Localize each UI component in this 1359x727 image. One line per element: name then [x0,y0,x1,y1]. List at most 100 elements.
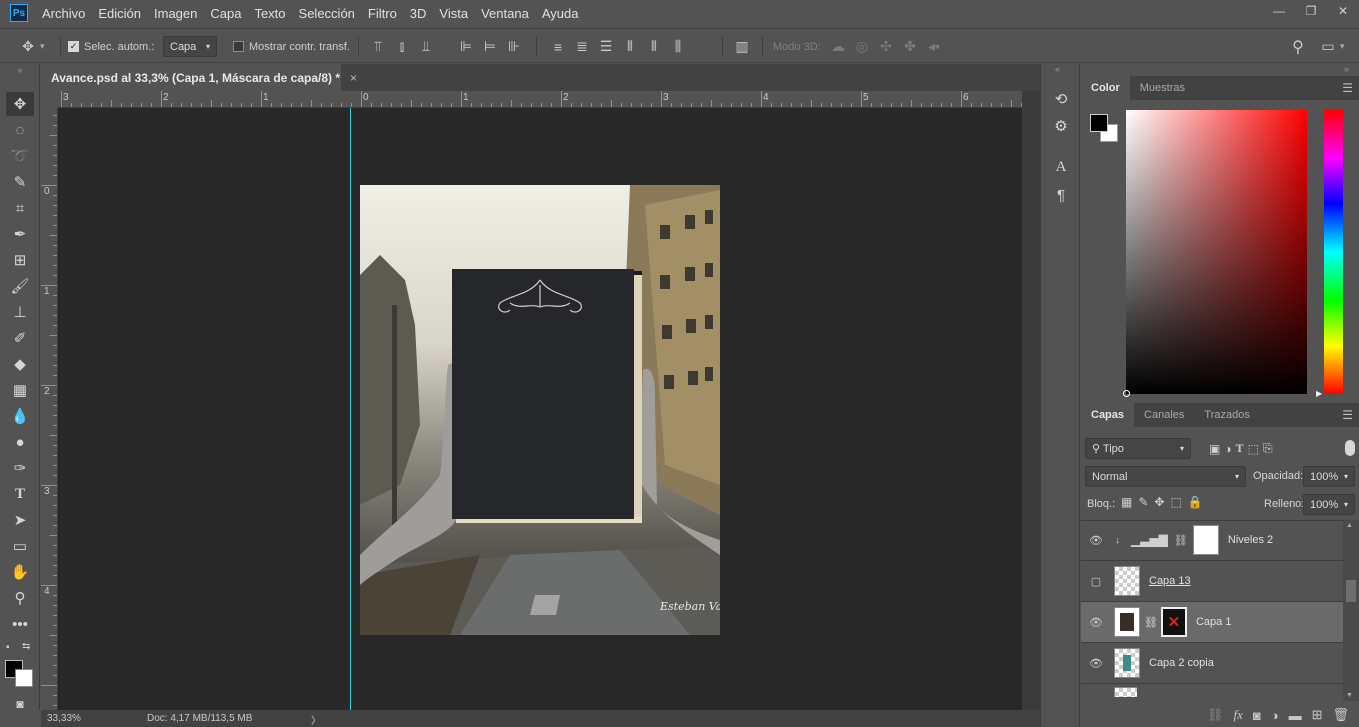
properties-panel-icon[interactable]: ⚙ [1049,114,1073,138]
visibility-eye-icon[interactable]: 👁 [1081,534,1111,547]
auto-select-checkbox[interactable]: ✓ Selec. autom.: [68,29,154,64]
menu-edicion[interactable]: Edición [98,6,141,21]
search-icon[interactable]: ⚲ [1286,37,1310,57]
layer-name[interactable]: Capa 1 [1196,616,1231,628]
slide-3d-icon[interactable]: ✤ [898,38,922,55]
menu-filtro[interactable]: Filtro [368,6,397,21]
brush-tool-icon[interactable]: 🖌 [6,274,34,298]
orbit-3d-icon[interactable]: ☁ [826,38,850,55]
layer-thumbnail[interactable] [1114,607,1140,637]
swap-colors-icon[interactable]: ⇆ [22,641,30,652]
tab-trazados[interactable]: Trazados [1194,403,1259,427]
tab-muestras[interactable]: Muestras [1130,76,1195,100]
document-image[interactable]: Esteban Vasco [360,185,720,635]
layer-row-selected[interactable]: 👁 ⛓ ✕ Capa 1 [1081,602,1343,643]
tab-color[interactable]: Color [1081,76,1130,100]
add-mask-icon[interactable]: ◙ [1253,708,1261,723]
distribute-left-icon[interactable]: ⦀ [618,38,642,55]
auto-align-icon[interactable]: ▥ [730,38,754,55]
opacity-field[interactable]: 100% ▾ [1303,466,1355,487]
clone-stamp-tool-icon[interactable]: ⊥ [6,300,34,324]
distribute-top-icon[interactable]: ≡ [546,39,570,55]
history-panel-icon[interactable]: ⟲ [1049,87,1073,111]
restore-button[interactable]: ❐ [1295,0,1327,22]
color-spectrum-field[interactable] [1123,110,1307,397]
layer-name[interactable]: Niveles 2 [1228,534,1273,546]
align-left-icon[interactable]: ⊫ [454,38,478,55]
minimize-button[interactable]: — [1263,0,1295,22]
blend-mode-dropdown[interactable]: Normal ▾ [1085,466,1246,487]
blur-tool-icon[interactable]: 💧 [6,404,34,428]
menu-ayuda[interactable]: Ayuda [542,6,579,21]
scale-3d-icon[interactable]: ◂▪ [922,38,946,55]
layer-name[interactable]: Capa 2 copia [1149,657,1214,669]
menu-texto[interactable]: Texto [254,6,285,21]
lock-transparency-icon[interactable]: ▦ [1121,495,1132,509]
lock-position-icon[interactable]: ✥ [1154,495,1164,509]
path-selection-tool-icon[interactable]: ➤ [6,508,34,532]
document-tab[interactable]: Avance.psd al 33,3% (Capa 1, Máscara de … [41,64,357,91]
paragraph-panel-icon[interactable]: ¶ [1049,183,1073,207]
workspace-icon[interactable]: ▭ [1316,38,1340,55]
distribute-right-icon[interactable]: ⫼ [666,38,690,55]
auto-select-target-dropdown[interactable]: Capa ▾ [163,36,217,57]
align-bottom-icon[interactable]: ⫫ [414,38,438,55]
tab-capas[interactable]: Capas [1081,403,1135,427]
vertical-ruler[interactable]: 0 1 2 3 4 [41,108,58,710]
close-window-button[interactable]: ✕ [1327,0,1359,22]
new-adjustment-icon[interactable]: ◑ [1271,708,1279,723]
more-tools-icon[interactable]: ••• [6,612,34,636]
move-tool-icon[interactable]: ✥ [6,92,34,116]
lock-artboard-icon[interactable]: ⬚ [1170,495,1181,509]
layer-row[interactable]: 👁 ↓ ▁▃▅▇ ⛓ Niveles 2 [1081,520,1343,561]
canvas-vertical-scrollbar[interactable] [1022,91,1040,710]
quick-select-tool-icon[interactable]: ✎ [6,170,34,194]
tab-canales[interactable]: Canales [1134,403,1194,427]
show-transform-checkbox[interactable]: Mostrar contr. transf. [233,29,350,64]
rectangle-tool-icon[interactable]: ▭ [6,534,34,558]
canvas-area[interactable]: Esteban Vasco [58,108,1022,710]
horizontal-ruler[interactable]: 3 2 1 0 1 2 3 4 5 6 [58,91,1022,108]
character-panel-icon[interactable]: A [1049,155,1073,179]
layer-mask-thumbnail[interactable]: ✕ [1160,607,1187,637]
menu-3d[interactable]: 3D [410,6,427,21]
link-layers-icon[interactable]: ⛓ [1207,707,1224,723]
new-group-icon[interactable]: ▬ [1289,708,1302,723]
crop-tool-icon[interactable]: ⌗ [6,196,34,220]
layers-scrollbar[interactable]: ▲ ▼ [1343,520,1359,701]
roll-3d-icon[interactable]: ◎ [850,38,874,55]
expand-dock-icon[interactable]: « [1055,64,1060,74]
pen-tool-icon[interactable]: ✑ [6,456,34,480]
filter-adjustment-icon[interactable]: ◑ [1224,442,1231,456]
menu-capa[interactable]: Capa [210,6,241,21]
menu-seleccion[interactable]: Selección [299,6,355,21]
visibility-eye-icon[interactable]: 👁 [1081,657,1111,670]
color-picker-marker[interactable] [1123,390,1130,397]
hand-tool-icon[interactable]: ✋ [6,560,34,584]
color-foreground-swatch[interactable] [1090,114,1108,132]
layer-thumbnail[interactable] [1114,566,1140,596]
hue-slider[interactable]: ▶ [1316,110,1343,398]
new-layer-icon[interactable]: ⊞ [1312,707,1323,723]
align-vcenter-icon[interactable]: ⫾ [390,38,414,55]
layer-name[interactable]: Capa 13 [1149,575,1191,587]
hue-slider-handle[interactable]: ▶ [1316,389,1322,398]
fill-field[interactable]: 100% ▾ [1303,494,1355,515]
close-tab-icon[interactable]: × [350,71,357,85]
move-tool-preset[interactable]: ✥ ▾ [16,29,44,64]
type-tool-icon[interactable]: T [6,482,34,506]
panel-menu-icon[interactable]: ☰ [1342,81,1353,95]
background-color-swatch[interactable] [15,669,33,687]
ruler-origin[interactable] [41,91,58,108]
menu-imagen[interactable]: Imagen [154,6,197,21]
lock-all-icon[interactable]: 🔒 [1188,495,1203,509]
menu-ventana[interactable]: Ventana [481,6,529,21]
distribute-vcenter-icon[interactable]: ≣ [570,38,594,55]
panel-menu-icon[interactable]: ☰ [1342,408,1353,422]
delete-layer-icon[interactable]: 🗑 [1332,707,1349,723]
layer-style-icon[interactable]: fx [1233,707,1242,723]
menu-archivo[interactable]: Archivo [42,6,85,21]
ruler-guide[interactable] [350,108,351,710]
healing-brush-tool-icon[interactable]: ⊞ [6,248,34,272]
gradient-tool-icon[interactable]: ▦ [6,378,34,402]
